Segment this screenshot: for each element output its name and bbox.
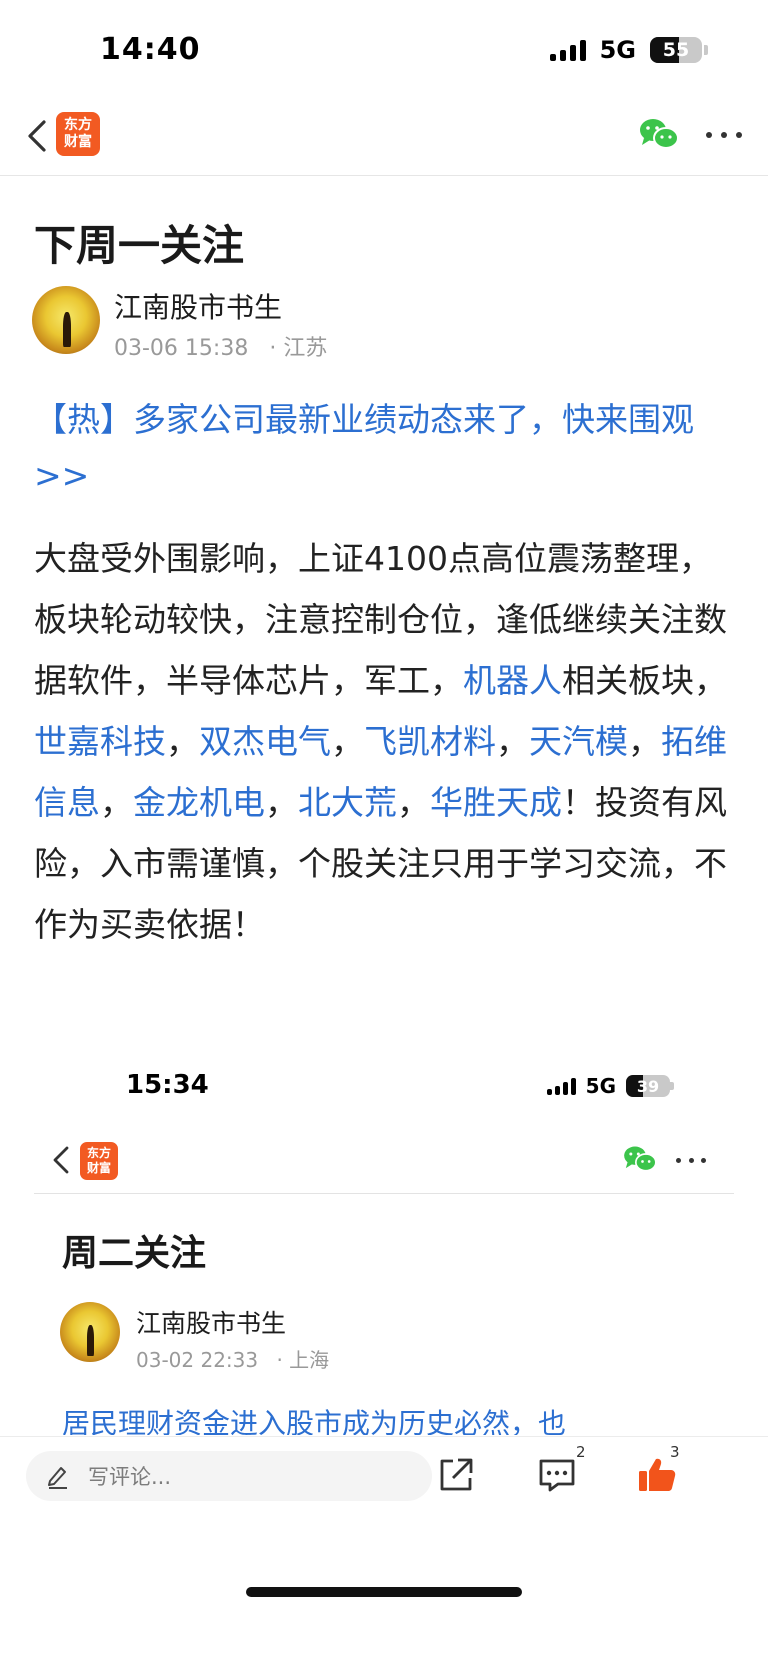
status-time: 14:40 [100, 32, 201, 67]
wechat-share-button[interactable] [638, 116, 680, 152]
status-icons: 5G 55 [549, 36, 708, 64]
comment-count-badge: 2 [576, 1443, 586, 1461]
battery-icon: 39 [626, 1075, 670, 1097]
battery-cap [670, 1082, 674, 1090]
status-bar: 14:40 5G 55 [0, 0, 768, 100]
more-dot [736, 132, 742, 138]
body-text-segment: ， [496, 722, 529, 761]
wechat-icon [624, 1146, 657, 1172]
embedded-app-logo: 东方 财富 [80, 1142, 118, 1180]
more-dot [676, 1157, 681, 1163]
app-logo[interactable]: 东方 财富 [56, 112, 100, 156]
signal-icon [549, 39, 586, 61]
embedded-screenshot[interactable]: 15:34 5G 39 东方 财富 周二关注 江南股市书生 03-02 22:3… [34, 1050, 734, 1435]
hot-news-link[interactable]: 【热】多家公司最新业绩动态来了，快来围观>> [34, 392, 734, 504]
body-text-segment: ， [100, 783, 133, 822]
comment-placeholder: 写评论... [88, 1465, 172, 1489]
avatar-figure [87, 1324, 95, 1356]
stock-link[interactable]: 飞凯材料 [364, 722, 496, 761]
embedded-status-icons: 5G 39 [546, 1074, 674, 1098]
battery-cap [704, 45, 708, 55]
embedded-back [48, 1140, 82, 1180]
nav-bar: 东方 财富 [0, 100, 768, 176]
post-time: 03-06 15:38 [114, 336, 249, 361]
home-indicator [246, 1587, 522, 1597]
more-dot [721, 132, 727, 138]
logo-line-1: 东方 [86, 1146, 111, 1160]
post-meta: 03-06 15:38 · 江苏 [114, 330, 327, 362]
chevron-left-icon [53, 1146, 69, 1174]
comment-input[interactable]: 写评论... [26, 1451, 432, 1501]
embedded-nav-bar: 东方 财富 [34, 1132, 734, 1194]
embedded-more [676, 1148, 706, 1172]
share-icon [440, 1458, 473, 1491]
stock-link[interactable]: 天汽模 [529, 722, 628, 761]
body-text-segment: ， [166, 722, 199, 761]
battery-icon: 55 [650, 37, 702, 63]
embedded-status-time: 15:34 [126, 1070, 209, 1100]
post-location: · 江苏 [269, 336, 328, 361]
embedded-author: 江南股市书生 [136, 1309, 287, 1338]
embedded-post-time: 03-02 22:33 [136, 1348, 259, 1372]
stock-link[interactable]: 北大荒 [298, 783, 397, 822]
body-text-segment: ， [265, 783, 298, 822]
like-count-badge: 3 [670, 1443, 680, 1461]
like-button[interactable] [636, 1455, 678, 1495]
embedded-link-preview: 居民理财资金进入股市成为历史必然，也 [62, 1407, 567, 1435]
embedded-network-label: 5G [585, 1074, 616, 1098]
body-text-segment: ， [397, 783, 430, 822]
embedded-wechat [622, 1144, 658, 1174]
logo-line-2: 财富 [86, 1161, 111, 1175]
wechat-icon [640, 119, 679, 149]
author-name[interactable]: 江南股市书生 [114, 286, 282, 326]
logo-line-1: 东方 [64, 117, 92, 133]
body-text-segment: ， [628, 722, 661, 761]
network-label: 5G [599, 36, 636, 64]
logo-line-2: 财富 [64, 134, 92, 150]
stock-link[interactable]: 华胜天成 [430, 783, 562, 822]
embedded-post-location: · 上海 [276, 1348, 330, 1372]
stock-link[interactable]: 双杰电气 [199, 722, 331, 761]
body-text-segment: ， [331, 722, 364, 761]
pencil-icon [48, 1467, 67, 1489]
more-dot [688, 1157, 694, 1163]
signal-icon [546, 1077, 576, 1095]
thumbs-up-icon [639, 1458, 676, 1491]
bottom-action-bar: 写评论... 2 3 [0, 1436, 768, 1665]
avatar-figure [62, 311, 71, 348]
embedded-avatar [60, 1302, 120, 1362]
battery-level: 55 [662, 39, 690, 61]
stock-link[interactable]: 金龙机电 [133, 783, 265, 822]
more-dot [701, 1157, 706, 1163]
comment-icon [539, 1459, 575, 1492]
comments-button[interactable] [536, 1455, 578, 1495]
article-title: 下周一关注 [34, 221, 245, 270]
more-dot [706, 132, 712, 138]
embedded-battery-level: 39 [636, 1076, 660, 1096]
body-text-segment: 相关板块， [562, 661, 727, 700]
article-body: 大盘受外围影响，上证4100点高位震荡整理，板块轮动较快，注意控制仓位，逢低继续… [34, 528, 736, 955]
embedded-title: 周二关注 [62, 1233, 207, 1274]
share-button[interactable] [436, 1455, 476, 1495]
stock-link[interactable]: 世嘉科技 [34, 722, 166, 761]
stock-link[interactable]: 机器人 [463, 661, 562, 700]
embedded-meta: 03-02 22:33 · 上海 [136, 1344, 329, 1373]
more-button[interactable] [706, 120, 742, 150]
author-avatar[interactable] [32, 286, 100, 354]
